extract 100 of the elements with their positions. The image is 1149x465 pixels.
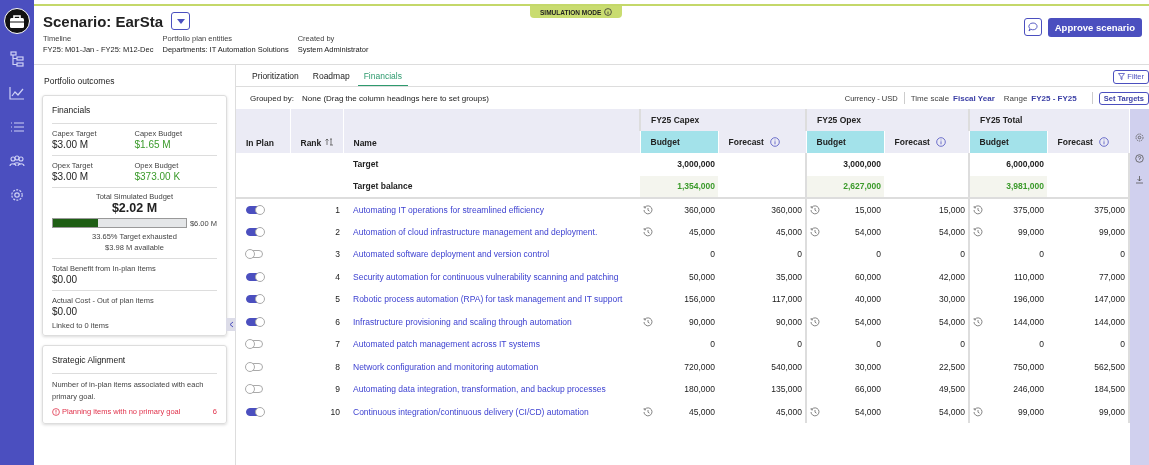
dropdown-button[interactable] — [171, 12, 191, 30]
table-cell: 54,000 — [855, 316, 881, 327]
column-group-header: FY25 Total — [969, 109, 1130, 131]
table-cell-text: 6 — [334, 315, 341, 329]
table-cell-text: 4 — [334, 270, 341, 284]
column-header[interactable]: Budget — [969, 131, 1047, 153]
item-link[interactable]: Infrastructure provisioning and scaling through automation — [353, 316, 572, 327]
toggle-switch[interactable] — [246, 250, 263, 259]
table-cell: 0 — [876, 339, 881, 350]
warning-icon — [52, 407, 60, 416]
column-header[interactable]: Forecast — [884, 131, 969, 153]
nav-item[interactable] — [4, 8, 30, 34]
table-cell: 0 — [718, 243, 806, 266]
table-cell: 45,000 — [689, 406, 715, 417]
item-link[interactable]: Automating data integration, transformation, and backup processes — [353, 384, 606, 395]
item-link[interactable]: Automating IT operations for streamlined efficiency — [353, 204, 545, 215]
line-chart-icon — [9, 86, 25, 100]
range-label: Range — [1003, 93, 1028, 103]
table-cell: 0 — [884, 333, 969, 356]
table-cell: 3,981,000 — [969, 175, 1047, 198]
table-cell: 22,500 — [884, 355, 969, 378]
summary-label: Target balance — [343, 175, 640, 198]
column-header[interactable]: Budget — [806, 131, 884, 153]
item-link[interactable]: Security automation for continuous vulnerability scanning and patching — [353, 271, 619, 282]
column-header[interactable]: Forecast — [718, 131, 806, 153]
metric-value: $3.00 M — [52, 171, 90, 182]
tab[interactable]: Prioritization — [246, 65, 305, 86]
column-header[interactable]: In Plan — [236, 131, 290, 153]
chevron-left-icon — [228, 321, 234, 328]
approve-button[interactable]: Approve scenario — [1047, 18, 1142, 37]
briefcase-icon — [8, 13, 26, 29]
table-cell: 54,000 — [884, 310, 969, 333]
table-cell: 90,000 — [718, 310, 806, 333]
metric-value: $0.00 — [52, 306, 79, 317]
column-header[interactable]: Budget — [640, 131, 718, 153]
table-cell: 117,000 — [718, 288, 806, 311]
column-header[interactable]: Name — [343, 131, 640, 153]
toggle-switch[interactable] — [246, 227, 263, 236]
table-cell: 99,000 — [1018, 406, 1044, 417]
summary-label: Target — [343, 153, 640, 176]
help-icon — [1135, 154, 1144, 163]
table-cell: 90,000 — [689, 316, 715, 327]
table-cell: 0 — [876, 249, 881, 260]
table-cell-text: 9 — [334, 383, 341, 397]
column-header[interactable]: Forecast — [1047, 131, 1130, 153]
toggle-switch[interactable] — [246, 272, 263, 281]
toggle-switch[interactable] — [246, 340, 263, 349]
column-header[interactable]: Rank — [290, 131, 343, 153]
table-cell: 750,000 — [1013, 361, 1044, 372]
table-cell: 156,000 — [684, 294, 715, 305]
table-cell-text: 7 — [334, 338, 341, 352]
table-cell: 45,000 — [718, 400, 806, 423]
item-link[interactable]: Automation of cloud infrastructure management and deployment. — [353, 226, 598, 237]
table-cell: 99,000 — [1018, 226, 1044, 237]
table-cell: 540,000 — [718, 355, 806, 378]
column-group-header: FY25 Capex — [640, 109, 806, 131]
toggle-switch[interactable] — [246, 295, 263, 304]
settings-icon — [1135, 133, 1144, 142]
info-icon — [604, 8, 613, 16]
toggle-switch[interactable] — [246, 362, 263, 371]
people-icon — [9, 155, 25, 167]
grouped-value: None (Drag the column headings here to set groups) — [302, 93, 489, 103]
table-cell: 360,000 — [718, 198, 806, 221]
item-link[interactable]: Network configuration and monitoring automation — [353, 361, 539, 372]
settings-icon — [10, 188, 24, 202]
table-cell: 0 — [718, 333, 806, 356]
toggle-switch[interactable] — [246, 407, 263, 416]
toggle-switch[interactable] — [246, 317, 263, 326]
toggle-switch[interactable] — [246, 385, 263, 394]
table-cell: 15,000 — [855, 204, 881, 215]
table-cell: 45,000 — [718, 220, 806, 243]
metric-value: $3.00 M — [52, 139, 90, 150]
table-cell: 135,000 — [718, 378, 806, 401]
table-cell: 50,000 — [689, 271, 715, 282]
table-cell-text: 10 — [329, 405, 341, 419]
total-value: $2.02 M — [110, 201, 159, 215]
item-link[interactable]: Robotic process automation (RPA) for task management and IT support — [353, 294, 623, 305]
table-cell: 35,000 — [718, 265, 806, 288]
collapse-button[interactable] — [226, 318, 236, 331]
table-cell-text: 5 — [334, 293, 341, 307]
range-value[interactable]: FY25 - FY25 — [1031, 93, 1077, 103]
time-scale-value[interactable]: Fiscal Year — [953, 93, 995, 103]
table-cell: 0 — [710, 249, 715, 260]
item-link[interactable]: Automated patch management across IT systems — [353, 339, 540, 350]
toggle-switch[interactable] — [246, 205, 263, 214]
table-cell: 1 — [290, 198, 343, 221]
table-cell: 3,000,000 — [806, 153, 884, 176]
item-link[interactable]: Continuous integration/continuous delivery (CI/CD) automation — [353, 406, 589, 417]
tab[interactable]: Financials — [357, 65, 408, 86]
comment-button[interactable] — [1023, 18, 1042, 36]
list-icon — [10, 121, 24, 133]
table-cell-text: 8 — [334, 360, 341, 374]
table-cell: 720,000 — [684, 361, 715, 372]
table-cell: 196,000 — [1013, 294, 1044, 305]
table-cell: 60,000 — [855, 271, 881, 282]
tab[interactable]: Roadmap — [306, 65, 356, 86]
table-cell-text: 2 — [334, 225, 341, 239]
table-cell: 42,000 — [884, 265, 969, 288]
download-icon — [1135, 175, 1144, 184]
item-link[interactable]: Automated software deployment and version control — [353, 249, 550, 260]
